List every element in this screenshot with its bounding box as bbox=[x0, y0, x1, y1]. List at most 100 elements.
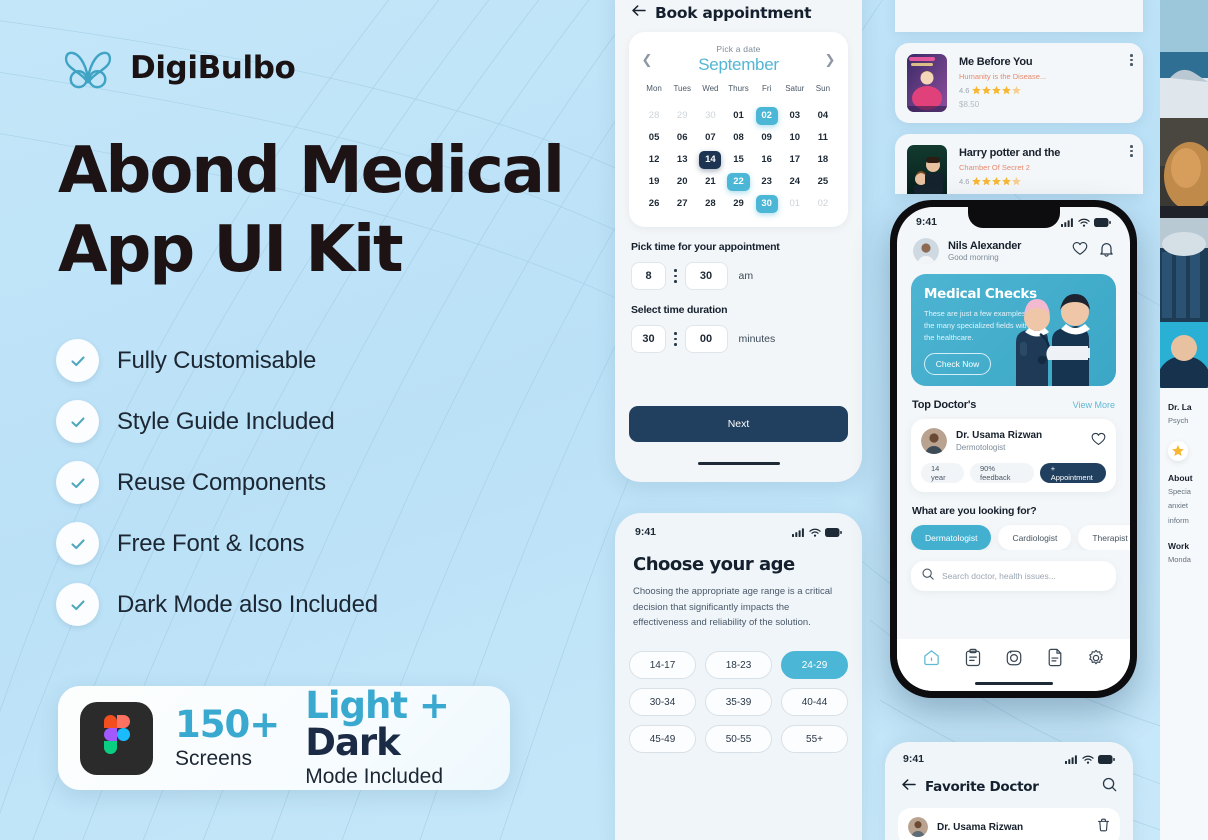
greeting-text: Good morning bbox=[948, 253, 999, 262]
signal-icon bbox=[792, 527, 804, 537]
calendar-day[interactable]: 10 bbox=[784, 129, 806, 147]
add-appointment-button[interactable]: + Appointment bbox=[1039, 463, 1106, 483]
calendar-day[interactable]: 24 bbox=[784, 173, 806, 191]
age-range-chip[interactable]: 24-29 bbox=[781, 651, 848, 680]
camera-icon[interactable] bbox=[1005, 649, 1023, 672]
duration-seconds-input[interactable]: 00 bbox=[684, 325, 728, 353]
trash-icon[interactable] bbox=[1097, 818, 1110, 837]
feature-label: Fully Customisable bbox=[117, 346, 317, 374]
duration-minutes-input[interactable]: 30 bbox=[631, 325, 666, 353]
calendar-day[interactable]: 02 bbox=[755, 107, 778, 125]
view-more-link[interactable]: View More bbox=[1073, 400, 1115, 410]
check-now-button[interactable]: Check Now bbox=[924, 353, 991, 375]
avatar[interactable] bbox=[913, 238, 939, 264]
age-range-chip[interactable]: 55+ bbox=[781, 725, 848, 754]
calendar-day[interactable]: 23 bbox=[756, 173, 778, 191]
screens-kpi: 150+ Screens bbox=[175, 706, 280, 771]
calendar-dow: Satur bbox=[785, 84, 805, 93]
calendar-day[interactable]: 22 bbox=[727, 173, 750, 191]
calendar-day[interactable]: 28 bbox=[699, 195, 721, 213]
chevron-right-icon[interactable]: ❯ bbox=[823, 52, 837, 68]
page-title: Book appointment bbox=[655, 4, 812, 22]
book-card[interactable]: Me Before You Humanity is the Disease...… bbox=[895, 43, 1143, 123]
heart-icon[interactable] bbox=[1091, 432, 1106, 451]
chevron-left-icon[interactable]: ❮ bbox=[640, 52, 654, 68]
minute-input[interactable]: 30 bbox=[684, 262, 728, 290]
specialty-chip[interactable]: Dermatologist bbox=[911, 525, 992, 550]
status-time: 9:41 bbox=[635, 526, 657, 538]
doctor-detail-panel: Dr. La Psych About Specia anxiet inform … bbox=[1160, 388, 1208, 840]
book-subtitle: Humanity is the Disease... bbox=[959, 72, 1047, 81]
age-range-chip[interactable]: 40-44 bbox=[781, 688, 848, 717]
kebab-menu-icon[interactable] bbox=[1130, 145, 1133, 157]
signal-icon bbox=[1061, 217, 1073, 227]
age-range-grid[interactable]: 14-17 18-23 24-29 30-34 35-39 40-44 45-49 50-55… bbox=[629, 651, 848, 754]
search-icon[interactable] bbox=[1102, 777, 1117, 797]
book-info: Me Before You Humanity is the Disease...… bbox=[959, 54, 1131, 112]
calendar-day[interactable]: 06 bbox=[671, 129, 693, 147]
list-item: Style Guide Included bbox=[56, 391, 378, 452]
doctor-specialty: Dermotologist bbox=[956, 443, 1006, 452]
heart-icon[interactable] bbox=[1072, 241, 1088, 261]
calendar-day[interactable]: 30 bbox=[755, 195, 778, 213]
document-icon[interactable] bbox=[1046, 648, 1064, 672]
calendar-day[interactable]: 15 bbox=[727, 151, 749, 169]
wifi-icon bbox=[1078, 218, 1090, 227]
kebab-menu-icon[interactable] bbox=[1130, 54, 1133, 66]
calendar-day[interactable]: 13 bbox=[671, 151, 693, 169]
calendar-day[interactable]: 27 bbox=[671, 195, 693, 213]
search-input[interactable]: Search doctor, health issues... bbox=[911, 561, 1116, 591]
status-icons bbox=[1065, 754, 1115, 764]
calendar-day[interactable]: 07 bbox=[699, 129, 721, 147]
meridiem-label[interactable]: am bbox=[739, 270, 754, 282]
calendar-days-grid[interactable]: 28 29 30 01 02 03 04 05 06 07 08 09 10 11 12 13 14 15 16 17… bbox=[640, 107, 837, 213]
calendar-month[interactable]: September bbox=[654, 55, 823, 75]
mode-plus-label: + bbox=[418, 684, 450, 727]
clipboard-icon[interactable] bbox=[964, 648, 982, 672]
specialty-chip[interactable]: Therapist bbox=[1078, 525, 1130, 550]
calendar-day[interactable]: 01 bbox=[727, 107, 749, 125]
calendar-day[interactable]: 08 bbox=[727, 129, 749, 147]
calendar-day[interactable]: 26 bbox=[643, 195, 665, 213]
book-card-partial[interactable] bbox=[895, 0, 1143, 32]
age-range-chip[interactable]: 30-34 bbox=[629, 688, 696, 717]
favorite-doctor-row[interactable]: Dr. Usama Rizwan bbox=[898, 808, 1120, 840]
bell-icon[interactable] bbox=[1099, 241, 1114, 262]
calendar-day[interactable]: 04 bbox=[812, 107, 834, 125]
calendar-day[interactable]: 29 bbox=[727, 195, 749, 213]
calendar-day[interactable]: 05 bbox=[643, 129, 665, 147]
calendar-day[interactable]: 21 bbox=[699, 173, 721, 191]
specialty-chip-row[interactable]: Dermatologist Cardiologist Therapist bbox=[897, 517, 1130, 550]
age-range-chip[interactable]: 35-39 bbox=[705, 688, 772, 717]
calendar-day[interactable]: 20 bbox=[671, 173, 693, 191]
calendar-day: 29 bbox=[676, 110, 688, 121]
next-button[interactable]: Next bbox=[629, 406, 848, 442]
calendar-day[interactable]: 03 bbox=[784, 107, 806, 125]
calendar-day[interactable]: 12 bbox=[643, 151, 665, 169]
age-range-chip[interactable]: 14-17 bbox=[629, 651, 696, 680]
calendar-dow: Thurs bbox=[728, 84, 749, 93]
age-range-chip[interactable]: 50-55 bbox=[705, 725, 772, 754]
book-rating: 4.6 bbox=[959, 86, 1131, 95]
calendar-day[interactable]: 09 bbox=[756, 129, 778, 147]
calendar-day[interactable]: 18 bbox=[812, 151, 834, 169]
specialty-chip[interactable]: Cardiologist bbox=[998, 525, 1072, 550]
calendar-day[interactable]: 17 bbox=[784, 151, 806, 169]
calendar-day[interactable]: 16 bbox=[756, 151, 778, 169]
doctor-card[interactable]: Dr. Usama Rizwan Dermotologist 14 year 9… bbox=[911, 419, 1116, 492]
book-card[interactable]: Harry potter and the Chamber Of Secret 2… bbox=[895, 134, 1143, 194]
arrow-left-icon[interactable] bbox=[631, 4, 646, 22]
calendar-day[interactable]: 14 bbox=[699, 151, 722, 169]
colon-icon bbox=[673, 269, 678, 283]
calendar-day[interactable]: 11 bbox=[812, 129, 834, 147]
about-line-1: Specia bbox=[1168, 486, 1191, 496]
arrow-left-icon[interactable] bbox=[901, 778, 916, 796]
settings-gear-icon[interactable] bbox=[1087, 649, 1105, 672]
calendar-day[interactable]: 19 bbox=[643, 173, 665, 191]
medical-checks-banner[interactable]: Medical Checks These are just a few exam… bbox=[911, 274, 1116, 386]
age-range-chip[interactable]: 45-49 bbox=[629, 725, 696, 754]
hour-input[interactable]: 8 bbox=[631, 262, 666, 290]
age-range-chip[interactable]: 18-23 bbox=[705, 651, 772, 680]
calendar-day[interactable]: 25 bbox=[812, 173, 834, 191]
home-icon[interactable] bbox=[922, 648, 941, 672]
